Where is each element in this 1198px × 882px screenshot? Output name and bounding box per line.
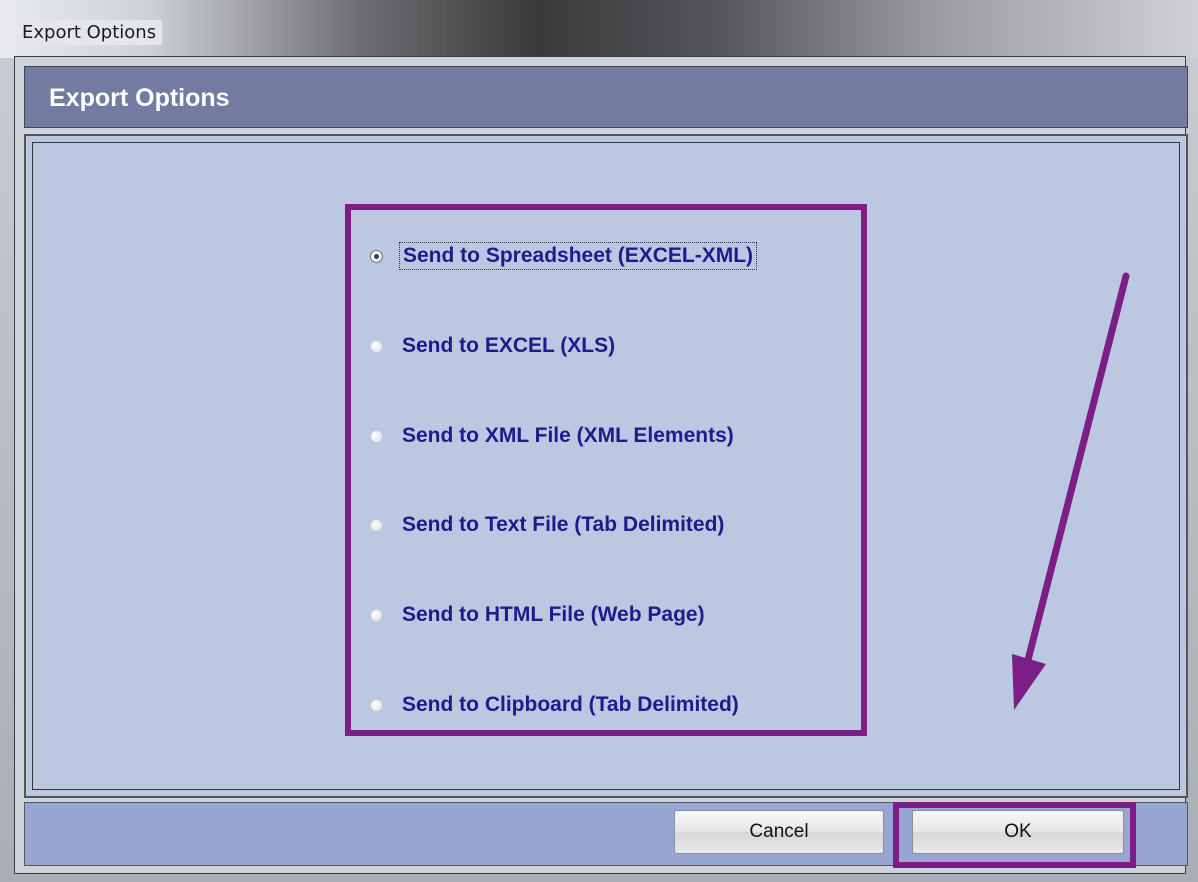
option-xml-file[interactable]: Send to XML File (XML Elements) xyxy=(370,421,737,451)
radio-button[interactable] xyxy=(370,608,383,622)
window-title: Export Options xyxy=(22,20,163,45)
ok-highlight-box xyxy=(893,802,1136,868)
option-label: Send to Text File (Tab Delimited) xyxy=(402,513,725,536)
option-text-file[interactable]: Send to Text File (Tab Delimited) xyxy=(370,510,727,540)
option-clipboard[interactable]: Send to Clipboard (Tab Delimited) xyxy=(370,690,742,720)
option-label: Send to XML File (XML Elements) xyxy=(402,424,734,447)
dialog-header-title: Export Options xyxy=(49,84,230,112)
radio-button[interactable] xyxy=(370,339,383,353)
options-highlight-box xyxy=(345,204,867,736)
window-titlebar[interactable]: Export Options xyxy=(0,0,1198,58)
radio-button[interactable] xyxy=(370,518,383,532)
option-label: Send to Spreadsheet (EXCEL-XML) xyxy=(399,242,758,270)
option-label: Send to EXCEL (XLS) xyxy=(402,334,616,357)
export-options-window: Export Options Export Options Send to Sp… xyxy=(0,0,1198,882)
option-excel-xls[interactable]: Send to EXCEL (XLS) xyxy=(370,331,618,361)
dialog-header: Export Options xyxy=(24,66,1188,128)
radio-button[interactable] xyxy=(370,698,383,712)
option-html-file[interactable]: Send to HTML File (Web Page) xyxy=(370,600,708,630)
option-label: Send to Clipboard (Tab Delimited) xyxy=(402,693,739,716)
option-label: Send to HTML File (Web Page) xyxy=(402,603,705,626)
radio-button-selected[interactable] xyxy=(370,249,383,263)
option-spreadsheet-excel-xml[interactable]: Send to Spreadsheet (EXCEL-XML) xyxy=(370,241,758,271)
radio-button[interactable] xyxy=(370,429,383,443)
cancel-button[interactable]: Cancel xyxy=(674,810,884,854)
